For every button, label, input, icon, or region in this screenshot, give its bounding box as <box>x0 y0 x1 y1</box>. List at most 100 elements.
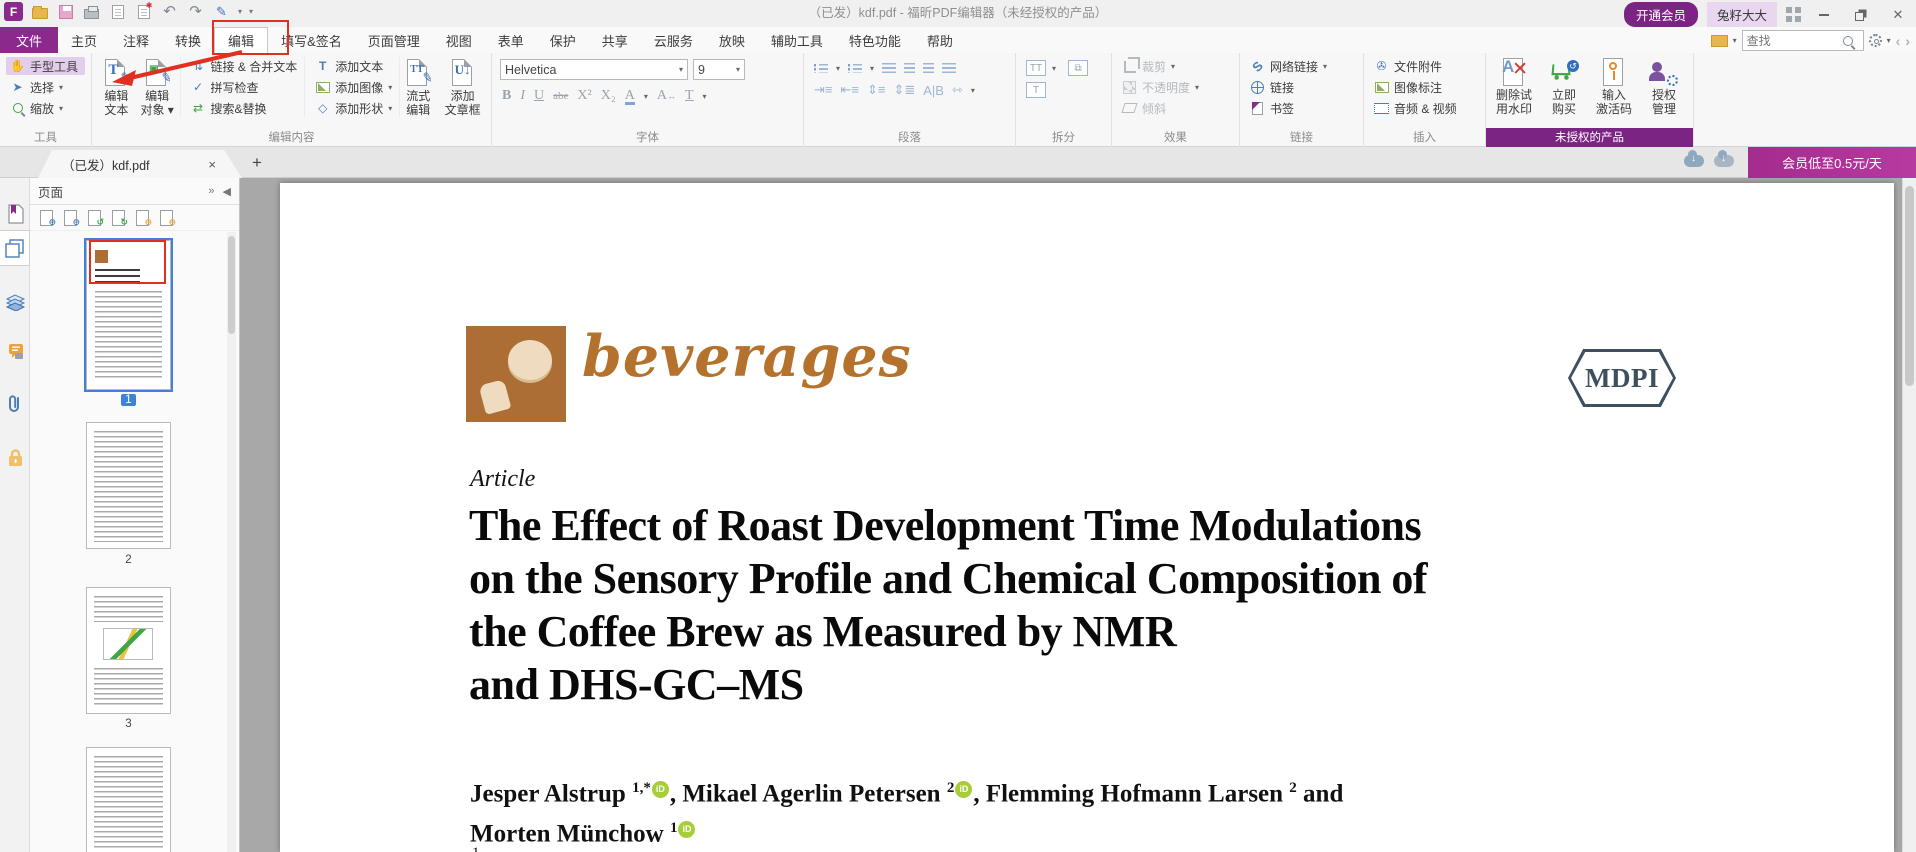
text-frame-icon[interactable]: T <box>1026 82 1046 98</box>
page-number-3[interactable]: 3 <box>86 718 171 730</box>
char-width-icon[interactable]: A|B <box>923 83 944 98</box>
redo-icon[interactable]: ↷ <box>186 2 205 21</box>
enter-activation-code-button[interactable]: 输入激活码 <box>1592 57 1636 116</box>
gear-icon[interactable] <box>1869 34 1882 47</box>
quick-sign-icon[interactable]: ✎ <box>212 2 231 21</box>
layout-switch-icon[interactable] <box>1786 7 1801 22</box>
split-text-icon[interactable]: TT <box>1026 60 1046 76</box>
cloud-upload-icon[interactable] <box>1684 155 1704 167</box>
minimize-button[interactable] <box>1810 6 1838 24</box>
align-right-icon[interactable] <box>923 63 934 73</box>
panel-expand-icon[interactable]: » <box>208 185 214 197</box>
layers-panel-icon[interactable] <box>0 284 30 320</box>
menu-tab-file[interactable]: 文件 <box>0 27 58 53</box>
add-image-button[interactable]: 添加图像▾ <box>311 78 395 96</box>
align-center-icon[interactable] <box>904 63 915 73</box>
bold-button[interactable]: B <box>502 88 511 104</box>
print-icon[interactable] <box>82 2 101 21</box>
indent-increase-icon[interactable]: ⇥≡ <box>814 82 832 98</box>
attachments-panel-icon[interactable] <box>0 386 30 422</box>
quickbar-dropdown-icon[interactable]: ▾ <box>238 7 242 16</box>
search-folder-icon[interactable] <box>1711 35 1728 47</box>
page-number-1[interactable]: 1 <box>86 394 171 406</box>
italic-button[interactable]: I <box>520 88 525 104</box>
skew-button[interactable]: 倾斜 <box>1118 99 1233 117</box>
indent-decrease-icon[interactable]: ⇤≡ <box>840 82 858 98</box>
menu-tab-page-manage[interactable]: 页面管理 <box>355 27 433 53</box>
file-attachment-button[interactable]: ✇ 文件附件 <box>1370 57 1479 75</box>
settings-dropdown-icon[interactable]: ▾ <box>1887 36 1891 45</box>
rotate-right-icon[interactable]: ↻ <box>112 210 125 226</box>
add-article-box-button[interactable]: U↓ 添加文章框 <box>440 57 485 117</box>
underline-button[interactable]: U <box>534 88 544 104</box>
hand-tool-button[interactable]: ✋ 手型工具 <box>6 57 85 75</box>
add-shape-button[interactable]: ◇ 添加形状▾ <box>311 99 395 117</box>
panel-scrollbar[interactable] <box>227 232 236 852</box>
zoom-out-page-icon[interactable]: ⊖ <box>64 210 77 226</box>
line-spacing-icon[interactable]: ⇕≡ <box>867 82 885 98</box>
page-number-2[interactable]: 2 <box>86 554 171 566</box>
zoom-tool-button[interactable]: 缩放▾ <box>6 99 85 117</box>
document-tab[interactable]: （已发）kdf.pdf × <box>38 150 242 178</box>
menu-tab-share[interactable]: 共享 <box>589 27 641 53</box>
menu-tab-help[interactable]: 帮助 <box>914 27 966 53</box>
page-thumbnail-2[interactable] <box>86 422 171 549</box>
search-icon[interactable] <box>1843 36 1853 46</box>
menu-tab-features[interactable]: 特色功能 <box>836 27 914 53</box>
cloud-share-icon[interactable] <box>1714 155 1734 167</box>
pages-panel-icon[interactable] <box>0 230 30 266</box>
menu-tab-accessibility[interactable]: 辅助工具 <box>758 27 836 53</box>
align-left-icon[interactable] <box>882 63 896 73</box>
paragraph-spacing-icon[interactable]: ⇕≣ <box>893 82 915 98</box>
menu-tab-protect[interactable]: 保护 <box>537 27 589 53</box>
delete-page-icon[interactable]: ⊖ <box>160 210 173 226</box>
char-scale-dropdown-icon[interactable]: ▾ <box>703 92 707 101</box>
open-file-icon[interactable] <box>30 2 49 21</box>
menu-tab-view[interactable]: 视图 <box>433 27 485 53</box>
image-callout-button[interactable]: 图像标注 <box>1370 78 1479 96</box>
link-textbox-icon[interactable]: ⧉ <box>1068 60 1088 76</box>
panel-collapse-icon[interactable]: ◀ <box>223 185 231 198</box>
select-tool-button[interactable]: ➤ 选择▾ <box>6 78 85 96</box>
comments-panel-icon[interactable] <box>0 334 30 370</box>
audio-video-button[interactable]: 音频 & 视频 <box>1370 99 1479 117</box>
flow-edit-button[interactable]: TT✎ 流式编辑 <box>399 57 436 117</box>
font-family-select[interactable]: Helvetica▾ <box>500 59 688 80</box>
rotate-left-icon[interactable]: ↺ <box>88 210 101 226</box>
bookmark-button[interactable]: 书签 <box>1246 99 1357 117</box>
char-gap-icon[interactable]: ⇿ <box>952 82 963 98</box>
undo-icon[interactable]: ↶ <box>160 2 179 21</box>
opacity-button[interactable]: 不透明度▾ <box>1118 78 1233 96</box>
superscript-button[interactable]: X² <box>577 88 591 104</box>
font-color-dropdown-icon[interactable]: ▾ <box>644 92 648 101</box>
search-replace-button[interactable]: ⇄ 搜索&替换 <box>187 99 301 117</box>
find-previous-icon[interactable]: ‹ <box>1896 33 1901 49</box>
new-document-icon[interactable] <box>134 2 153 21</box>
align-justify-icon[interactable] <box>942 63 956 73</box>
char-spacing-button[interactable]: A↔ <box>657 88 676 104</box>
menu-tab-cloud[interactable]: 云服务 <box>641 27 706 53</box>
insert-page-icon[interactable]: ⊕ <box>136 210 149 226</box>
vertical-scrollbar[interactable] <box>1902 178 1916 852</box>
orcid-icon[interactable]: iD <box>955 781 972 798</box>
page-thumbnail-3[interactable] <box>86 587 171 714</box>
bookmarks-panel-icon[interactable] <box>0 196 30 232</box>
page-thumbnail-4[interactable] <box>86 747 171 852</box>
menu-tab-form[interactable]: 表单 <box>485 27 537 53</box>
membership-promo-banner[interactable]: 会员低至0.5元/天 <box>1748 147 1916 178</box>
crop-button[interactable]: 裁剪▾ <box>1118 57 1233 75</box>
save-icon[interactable] <box>56 2 75 21</box>
remove-trial-watermark-button[interactable]: A✕ 删除试用水印 <box>1492 57 1536 116</box>
buy-now-button[interactable]: ↺ 立即购买 <box>1542 57 1586 116</box>
pdf-page[interactable]: beverages MDPI Article The Effect of Roa… <box>280 183 1894 852</box>
new-tab-button[interactable]: + <box>252 153 262 173</box>
font-size-select[interactable]: 9▾ <box>693 59 745 80</box>
close-button[interactable]: ✕ <box>1884 6 1912 24</box>
menu-tab-present[interactable]: 放映 <box>706 27 758 53</box>
zoom-in-page-icon[interactable]: ⊕ <box>40 210 53 226</box>
email-icon[interactable] <box>108 2 127 21</box>
orcid-icon[interactable]: iD <box>652 781 669 798</box>
font-color-button[interactable]: A <box>625 88 635 104</box>
security-panel-icon[interactable] <box>0 439 30 475</box>
strikethrough-button[interactable]: abe <box>553 90 568 102</box>
